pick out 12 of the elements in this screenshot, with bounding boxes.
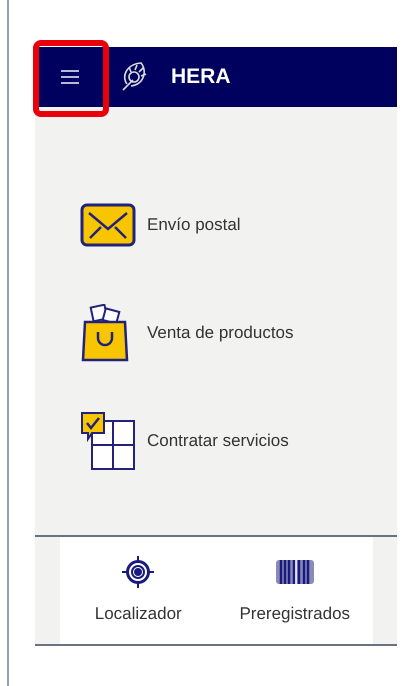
app-title: HERA xyxy=(171,64,231,90)
menu-item[interactable]: Contratar servicios xyxy=(147,428,289,454)
puzzle-icon xyxy=(80,411,136,471)
menu-item[interactable]: Envío postal xyxy=(147,212,241,238)
target-icon xyxy=(121,554,156,589)
barcode-icon xyxy=(274,558,315,585)
menu-item[interactable]: Venta de productos xyxy=(147,320,294,346)
nav-tab[interactable]: Localizador xyxy=(60,537,216,644)
menu-icon xyxy=(60,70,80,84)
shopping-bag-icon xyxy=(80,304,130,362)
envelope-icon xyxy=(80,203,136,247)
nav-tab[interactable]: Preregistrados xyxy=(216,537,373,644)
